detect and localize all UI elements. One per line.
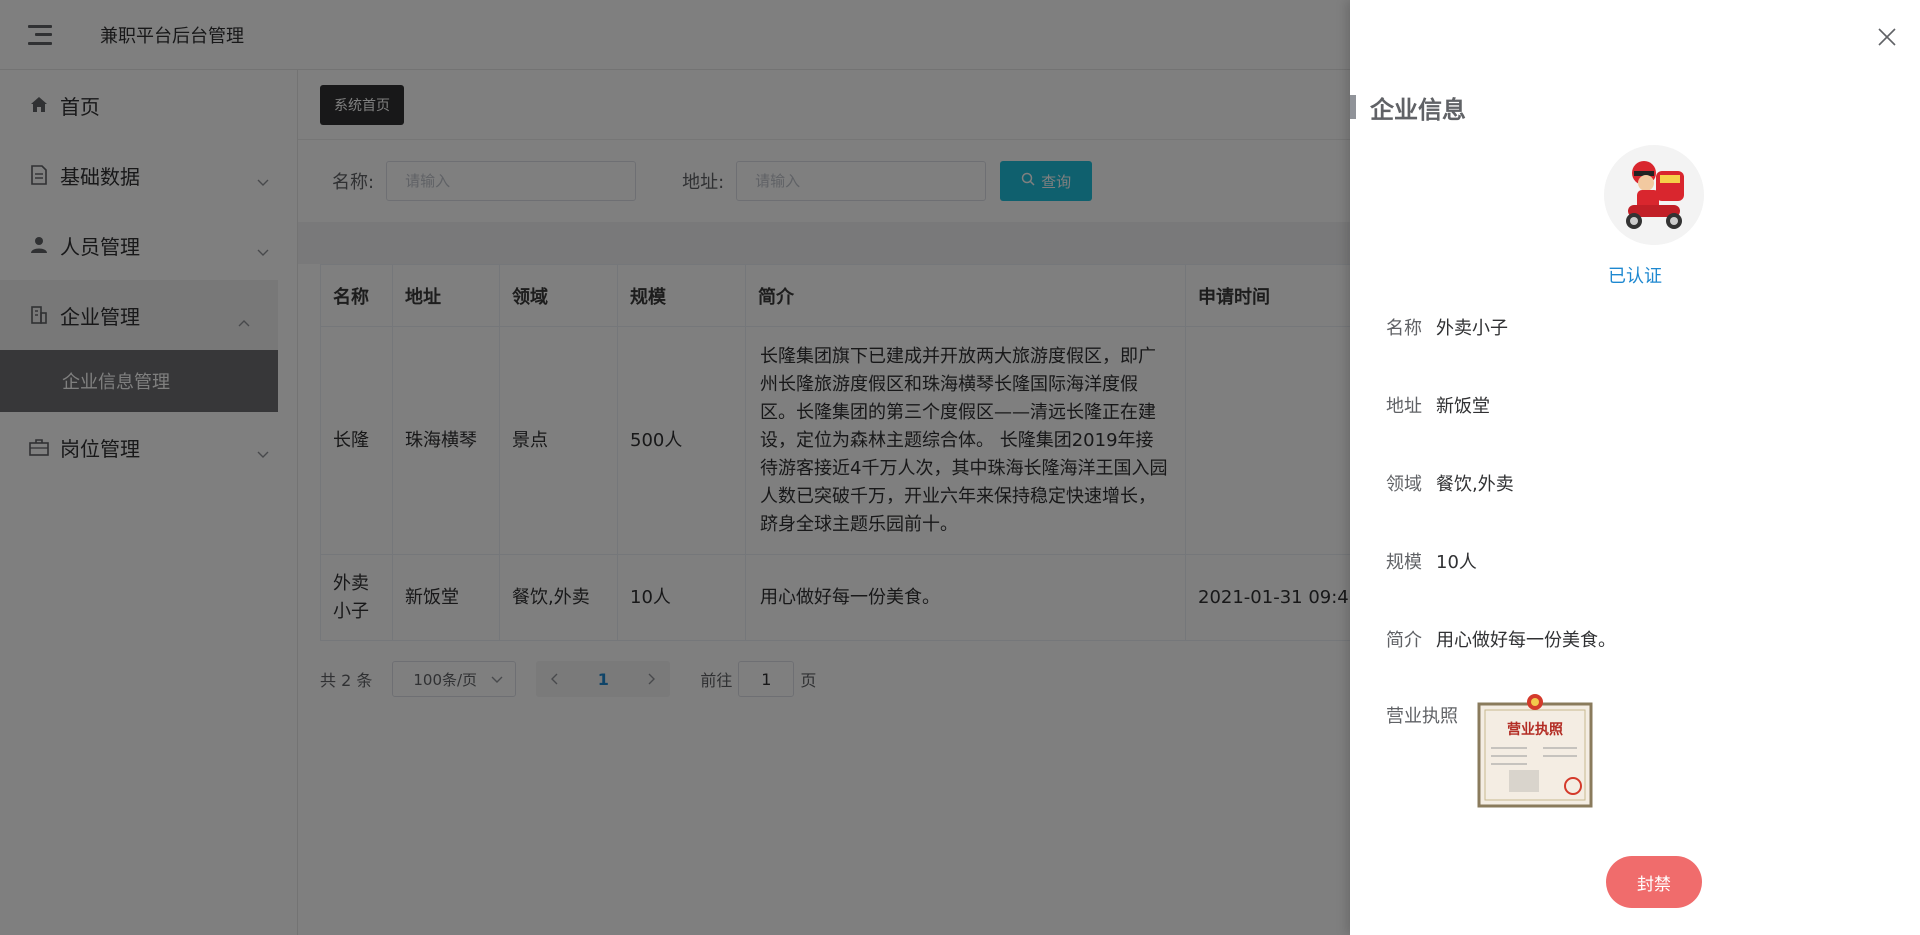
verified-status: 已认证 (1608, 266, 1662, 287)
info-row-name: 名称 外卖小子 (1386, 318, 1508, 339)
enterprise-avatar (1604, 145, 1704, 245)
drawer-title: 企业信息 (1350, 92, 1466, 124)
info-row-scale: 规模 10人 (1386, 552, 1477, 573)
business-license-icon: 营业执照 (1477, 694, 1593, 808)
info-row-intro: 简介 用心做好每一份美食。 (1386, 630, 1616, 651)
close-icon[interactable] (1876, 26, 1898, 48)
svg-text:营业执照: 营业执照 (1507, 721, 1563, 738)
business-license-image[interactable]: 营业执照 (1477, 690, 1593, 810)
info-row-field: 领域 餐饮,外卖 (1386, 474, 1514, 495)
info-row-address: 地址 新饭堂 (1386, 396, 1490, 417)
enterprise-info-drawer: 企业信息 已认证 名称 外卖小子 地址 新饭堂 领域 餐饮,外卖 规模 10人 (1350, 0, 1920, 935)
ban-button[interactable]: 封禁 (1606, 856, 1702, 908)
info-row-license: 营业执照 (1386, 706, 1458, 727)
modal-overlay[interactable] (0, 0, 1350, 935)
delivery-rider-icon (1604, 145, 1704, 245)
